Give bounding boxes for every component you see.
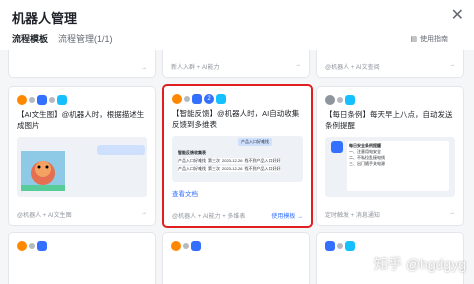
dot-icon xyxy=(184,96,190,102)
at-icon xyxy=(172,94,182,104)
dog-illustration-icon xyxy=(17,137,147,197)
card-title: 【AI文生图】@机器人时，根据描述生成图片 xyxy=(17,110,145,130)
ai-icon xyxy=(37,95,47,105)
card-preview: 每日安全条例提醒 一、注意用电安全 二、不私拉乱接电线 三、出门随手关电源 xyxy=(325,137,455,197)
message-icon xyxy=(216,94,226,104)
dot-icon xyxy=(183,243,189,249)
dot-icon xyxy=(337,97,343,103)
watermark: 知乎 @hgdgyg xyxy=(373,256,466,272)
arrow-right-icon[interactable]: → xyxy=(141,65,147,71)
dot-icon xyxy=(29,97,35,103)
clock-icon xyxy=(325,95,335,105)
close-icon[interactable]: ✕ xyxy=(451,5,464,25)
card-title: 【智能反馈】@机器人时，AI自动收集反馈到多维表 xyxy=(172,109,300,129)
template-card-top-2[interactable]: 新人入群 + AI能力 → xyxy=(162,50,310,78)
template-card-bottom-2[interactable] xyxy=(162,232,310,284)
card-title: 【每日条例】每天早上八点，自动发送条例提醒 xyxy=(325,110,453,130)
help-link[interactable]: ▤ 使用指南 xyxy=(410,34,448,44)
use-template-button[interactable]: 使用模板 → xyxy=(271,211,303,220)
template-card-daily-rules[interactable]: 【每日条例】每天早上八点，自动发送条例提醒 每日安全条例提醒 一、注意用电安全 … xyxy=(316,86,464,226)
dot-icon xyxy=(49,97,55,103)
preview-bubble: 产品入口好难找 xyxy=(238,138,272,146)
arrow-right-icon[interactable]: → xyxy=(449,210,455,219)
card-preview: 产品入口好难找 智能反馈收集表 产品入口好难找 第三次 2023-12-26 找… xyxy=(172,136,303,182)
template-card-smart-feedback[interactable]: 2 【智能反馈】@机器人时，AI自动收集反馈到多维表 产品入口好难找 智能反馈收… xyxy=(162,84,313,228)
message-icon xyxy=(345,241,355,251)
template-card-top-3[interactable]: @机器人 + AI文查阅 → xyxy=(316,50,464,78)
message-icon xyxy=(345,95,355,105)
card-footer: @机器人 + AI能力 + 多维表 xyxy=(172,214,246,220)
card-preview xyxy=(17,137,147,197)
arrow-right-icon[interactable]: → xyxy=(295,62,301,71)
arrow-right-icon[interactable]: → xyxy=(141,210,147,219)
workflow-icon xyxy=(325,241,335,251)
message-bubble: 每日安全条例提醒 一、注意用电安全 二、不私拉乱接电线 三、出门随手关电源 xyxy=(347,141,449,191)
template-card-ai-image[interactable]: 【AI文生图】@机器人时，根据描述生成图片 @机器人 + AI文生图 → xyxy=(8,86,156,226)
preview-table-header: 产品入口好难找 第三次 2023-12-26 找不到产品入口好好 xyxy=(178,158,281,164)
template-grid: → 新人入群 + AI能力 → @机器人 + AI文查阅 → 【AI文生图】@机器人… xyxy=(0,50,474,284)
count-badge: 2 xyxy=(204,94,214,104)
preview-table-row: 产品入口好难找 第三次 2023-12-26 找不到产品入口好好 xyxy=(178,166,281,172)
ai-icon xyxy=(191,241,201,251)
dot-icon xyxy=(29,243,35,249)
at-icon xyxy=(171,241,181,251)
message-icon xyxy=(57,95,67,105)
at-icon xyxy=(17,95,27,105)
arrow-right-icon[interactable]: → xyxy=(449,62,455,71)
card-footer: 定时触发 + 消息通知 xyxy=(325,213,380,219)
card-footer: @机器人 + AI文生图 xyxy=(17,213,72,219)
ai-icon xyxy=(192,94,202,104)
help-label: 使用指南 xyxy=(420,36,448,43)
card-footer: @机器人 + AI文查阅 xyxy=(325,65,380,71)
ai-icon xyxy=(37,241,47,251)
template-card-bottom-1[interactable] xyxy=(8,232,156,284)
card-footer: 新人入群 + AI能力 xyxy=(171,65,220,71)
dot-icon xyxy=(337,243,343,249)
book-icon: ▤ xyxy=(410,36,417,43)
window-title: 机器人管理 xyxy=(12,11,78,26)
preview-table-title: 智能反馈收集表 xyxy=(178,150,206,155)
at-icon xyxy=(17,241,27,251)
bot-avatar xyxy=(331,141,343,153)
template-card-top-1[interactable]: → xyxy=(8,50,156,78)
view-doc-link[interactable]: 查看文档 xyxy=(172,188,198,198)
